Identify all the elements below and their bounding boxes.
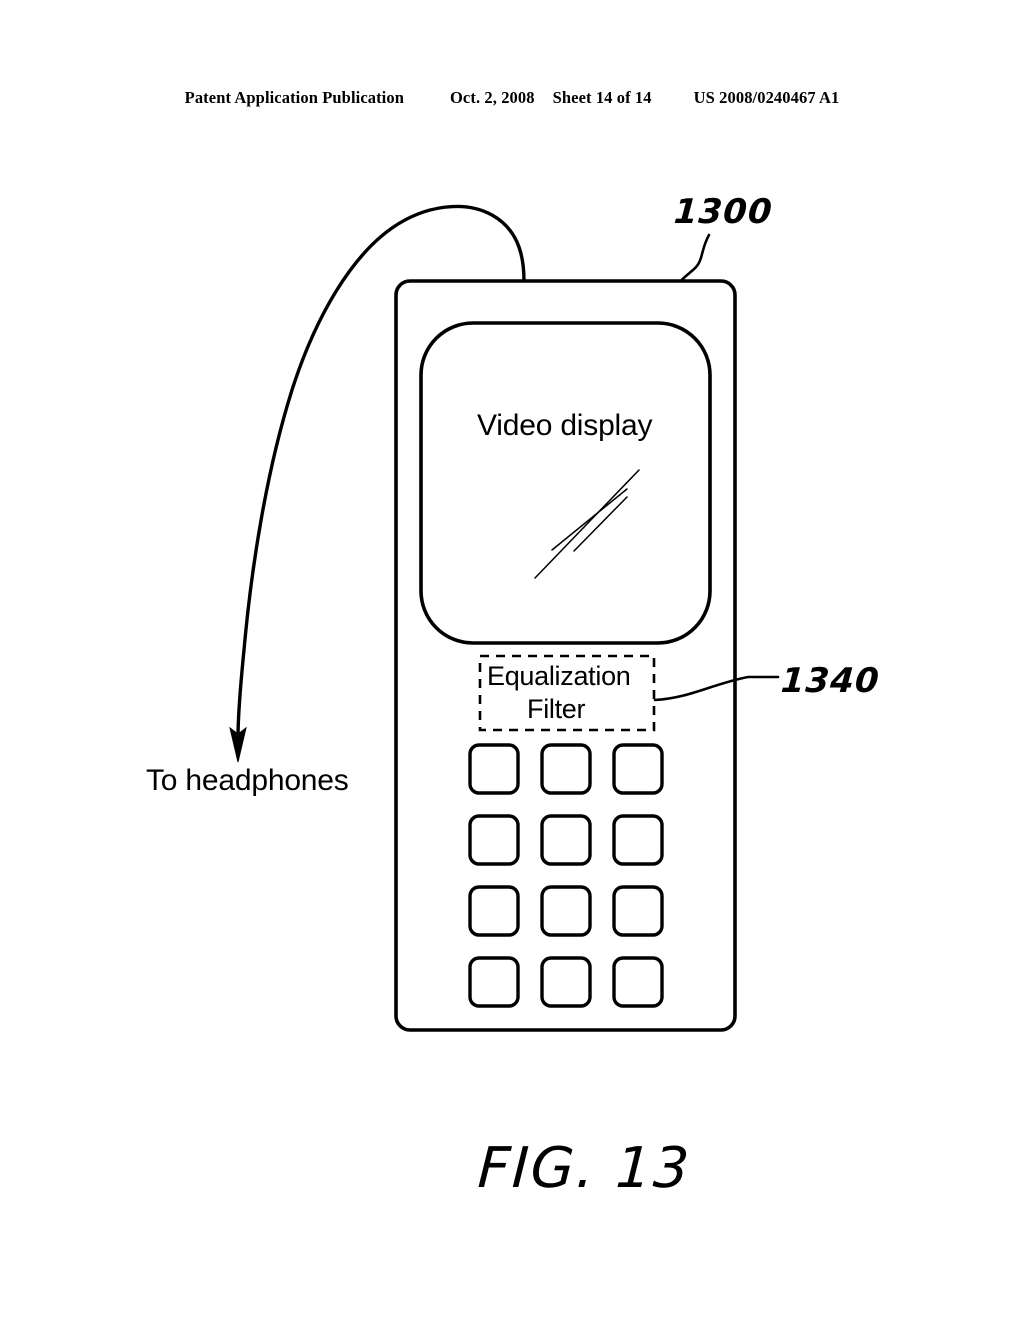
keypad-key[interactable]	[540, 743, 592, 795]
reference-numeral-1300: 1300	[672, 192, 775, 232]
keypad-key[interactable]	[540, 956, 592, 1008]
keypad-key[interactable]	[468, 885, 520, 937]
equalization-filter-label-line2: Filter	[527, 694, 586, 724]
keypad-key[interactable]	[468, 956, 520, 1008]
video-display-screen	[419, 321, 712, 645]
to-headphones-label: To headphones	[146, 764, 349, 797]
keypad-key[interactable]	[612, 885, 664, 937]
keypad-key[interactable]	[540, 885, 592, 937]
keypad-key[interactable]	[612, 814, 664, 866]
video-display-label: Video display	[477, 409, 653, 442]
keypad-key[interactable]	[612, 956, 664, 1008]
patent-figure-13	[0, 0, 1024, 1320]
leader-line-1300	[679, 233, 711, 283]
keypad-key[interactable]	[540, 814, 592, 866]
figure-caption: FIG. 13	[476, 1136, 693, 1201]
keypad-key[interactable]	[468, 743, 520, 795]
keypad-key[interactable]	[612, 743, 664, 795]
equalization-filter-label-line1: Equalization	[487, 661, 631, 691]
reference-numeral-1340: 1340	[779, 661, 882, 701]
keypad-key[interactable]	[468, 814, 520, 866]
